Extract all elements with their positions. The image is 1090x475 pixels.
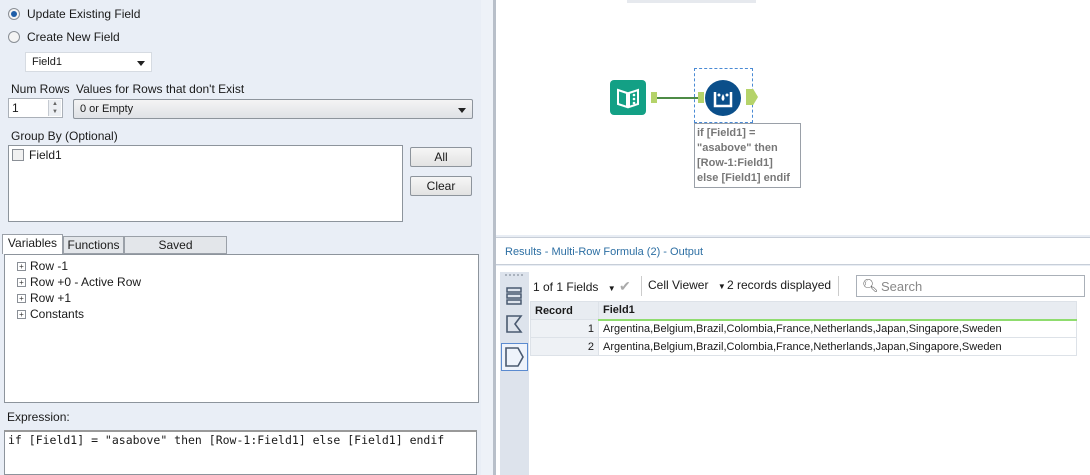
results-title: Results - Multi-Row Formula (2) - Output [505,246,704,258]
field-select[interactable]: Field1 [25,52,152,72]
grip-icon[interactable] [505,274,523,276]
annotation-line: if [Field1] = [697,127,756,139]
panel-gutter [481,0,493,475]
annotation-line: else [Field1] endif [697,172,790,184]
num-rows-label: Num Rows [11,82,70,96]
search-placeholder: Search [881,279,923,294]
input-anchor[interactable] [698,92,704,103]
tool-annotation: if [Field1] = "asabove" then [Row-1:Fiel… [694,123,801,188]
field1-cell[interactable]: Argentina,Belgium,Brazil,Colombia,France… [598,337,1077,356]
results-header: Results - Multi-Row Formula (2) - Output [496,237,1090,265]
tree-item-label: Constants [30,307,85,321]
tree-item-constants[interactable]: + Constants [17,307,84,321]
fields-selector[interactable]: 1 of 1 Fields ▼ ✔ [533,278,631,295]
num-rows-value: 1 [12,101,19,115]
output-view-icon[interactable] [501,343,528,371]
tab-saved-expressions[interactable]: Saved Expressions [124,236,227,268]
multi-row-formula-icon[interactable] [705,80,741,116]
tree-item-label: Row +1 [30,291,72,305]
update-existing-label: Update Existing Field [27,7,141,21]
fields-count: 1 of 1 Fields [533,280,599,294]
chevron-down-icon: ▼ [717,282,726,291]
expression-label: Expression: [7,410,70,424]
group-by-list[interactable]: Field1 [8,145,403,222]
variables-tree: + Row -1 + Row +0 - Active Row + Row +1 + Co… [4,254,479,403]
create-new-label: Create New Field [27,30,120,44]
tree-item-row-0[interactable]: + Row +0 - Active Row [17,275,141,289]
results-panel [496,266,1090,475]
tree-item-row-plus-1[interactable]: + Row +1 [17,291,71,305]
num-rows-stepper[interactable]: 1 ▲ ▼ [8,98,63,118]
table-header-row: Record Field1 [530,301,1077,321]
expand-icon[interactable]: + [17,309,26,319]
values-select-value: 0 or Empty [80,103,134,115]
chevron-down-icon [458,108,466,113]
spin-arrows-icon[interactable]: ▲ ▼ [48,100,61,116]
results-table: Record Field1 1 Argentina,Belgium,Brazil… [530,301,1077,356]
cell-viewer-button[interactable]: Cell Viewer ▼ [648,278,726,292]
workflow-canvas[interactable]: if [Field1] = "asabove" then [Row-1:Fiel… [496,0,1090,235]
annotation-line: [Row-1:Field1] [697,157,773,169]
configuration-panel: Update Existing Field Create New Field F… [0,0,481,475]
clear-button[interactable]: Clear [410,176,472,196]
tree-item-row-minus-1[interactable]: + Row -1 [17,259,68,273]
tree-item-label: Row -1 [30,259,69,273]
expand-icon[interactable]: + [17,261,26,271]
checkmark-icon[interactable]: ✔ [619,278,631,294]
input-tool-icon[interactable] [610,80,646,115]
field1-cell[interactable]: Argentina,Belgium,Brazil,Colombia,France… [598,319,1077,338]
metadata-view-icon[interactable] [505,314,523,334]
field-select-value: Field1 [32,56,62,68]
column-header-record[interactable]: Record [530,301,599,320]
create-new-radio[interactable] [8,31,20,43]
tree-item-label: Row +0 - Active Row [30,275,142,289]
table-row[interactable]: 2 Argentina,Belgium,Brazil,Colombia,Fran… [530,337,1077,356]
tab-functions[interactable]: Functions [63,236,124,254]
toolbar-separator [838,276,839,296]
canvas-top-bar [627,0,756,3]
group-by-checkbox[interactable] [12,149,24,161]
output-anchor[interactable] [746,89,758,105]
expression-editor[interactable]: if [Field1] = "asabove" then [Row-1:Fiel… [4,430,477,475]
toolbar-separator [641,276,642,296]
update-existing-radio[interactable] [8,8,20,20]
search-input[interactable]: 🔍︎ Search [856,275,1085,297]
table-row[interactable]: 1 Argentina,Belgium,Brazil,Colombia,Fran… [530,319,1077,338]
group-by-item: Field1 [29,148,62,162]
column-header-field1[interactable]: Field1 [598,301,1077,321]
records-displayed: 2 records displayed [727,278,832,292]
table-view-icon[interactable] [506,287,522,305]
record-cell: 2 [530,337,599,356]
expand-icon[interactable]: + [17,277,26,287]
values-select[interactable]: 0 or Empty [73,99,473,119]
results-view-strip [500,272,529,475]
tab-variables[interactable]: Variables [2,234,63,254]
group-by-label: Group By (Optional) [11,129,118,143]
expand-icon[interactable]: + [17,293,26,303]
record-cell: 1 [530,319,599,338]
cell-viewer-label: Cell Viewer [648,278,709,292]
all-button[interactable]: All [410,147,472,167]
values-label: Values for Rows that don't Exist [76,82,245,96]
chevron-down-icon [137,61,145,66]
chevron-down-icon: ▼ [607,284,616,293]
search-icon: 🔍︎ [862,278,879,293]
annotation-line: "asabove" then [697,142,778,154]
